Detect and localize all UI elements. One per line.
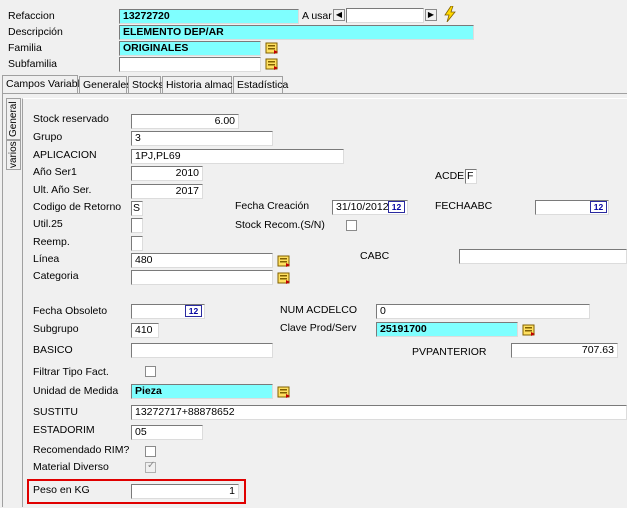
fechaabc-calendar-icon[interactable]: 12 [590,201,607,213]
aplicacion-label: APLICACION [33,149,97,161]
pvpanterior-input[interactable]: 707.63 [511,343,618,358]
reemp-input[interactable] [131,236,143,251]
side-tab-general[interactable]: General [6,98,21,140]
unidad-medida-label: Unidad de Medida [33,385,119,397]
num-acdelco-label: NUM ACDELCO [280,304,358,316]
linea-lookup-icon[interactable] [277,254,291,268]
linea-label: Línea [33,253,60,265]
peso-kg-input[interactable]: 1 [131,484,239,499]
descripcion-input[interactable]: ELEMENTO DEP/AR [119,25,474,40]
material-diverso-checkbox[interactable]: ✓ [145,460,156,473]
clave-prod-serv-input[interactable]: 25191700 [376,322,518,337]
fecha-obsoleto-label: Fecha Obsoleto [33,305,108,317]
descripcion-label: Descripción [8,26,63,38]
side-tab-varios[interactable]: varios [6,140,21,170]
aplicacion-input[interactable]: 1PJ,PL69 [131,149,344,164]
subgrupo-label: Subgrupo [33,323,79,335]
fechaabc-label: FECHAABC [435,200,493,212]
pvpanterior-label: PVPANTERIOR [412,346,487,358]
filtrar-tipo-fact-checkbox[interactable] [145,366,156,377]
stock-recom-label: Stock Recom.(S/N) [235,219,325,231]
num-acdelco-input[interactable]: 0 [376,304,590,319]
recomendado-rim-label: Recomendado RIM? [33,444,130,456]
linea-input[interactable]: 480 [131,253,273,268]
grupo-input[interactable]: 3 [131,131,273,146]
sustitu-input[interactable]: 13272717+88878652 [131,405,627,420]
unidad-medida-lookup-icon[interactable] [277,385,291,399]
acdel-input[interactable]: F [465,169,477,184]
tab-campos-variables[interactable]: Campos Variables [2,75,91,94]
fecha-creacion-label: Fecha Creación [235,200,310,212]
subfamilia-lookup-icon[interactable] [265,57,279,71]
categoria-lookup-icon[interactable] [277,271,291,285]
familia-input[interactable]: ORIGINALES [119,41,261,56]
util25-input[interactable] [131,218,143,233]
grupo-label: Grupo [33,131,63,143]
refaccion-input[interactable]: 13272720 [119,9,299,24]
stock-reservado-label: Stock reservado [33,113,109,125]
cabc-label: CABC [360,250,390,262]
filtrar-tipo-fact-label: Filtrar Tipo Fact. [33,366,109,378]
codigo-retorno-input[interactable]: S [131,201,143,216]
subfamilia-input[interactable] [119,57,261,72]
a-usar-input[interactable] [346,8,424,23]
stock-reservado-input[interactable]: 6.00 [131,114,239,129]
fecha-creacion-calendar-icon[interactable]: 12 [388,201,405,213]
util25-label: Util.25 [33,218,63,230]
refaccion-label: Refaccion [8,10,55,22]
categoria-label: Categoria [33,270,79,282]
estadorim-label: ESTADORIM [33,424,95,436]
unidad-medida-input[interactable]: Pieza [131,384,273,399]
categoria-input[interactable] [131,270,273,285]
clave-prod-serv-lookup-icon[interactable] [522,323,536,337]
sustitu-label: SUSTITU [33,406,78,418]
subfamilia-label: Subfamilia [8,58,58,70]
ult-anio-ser-input[interactable]: 2017 [131,184,203,199]
tab-historia-almacen[interactable]: Historia almacén [162,76,244,93]
fecha-obsoleto-calendar-icon[interactable]: 12 [185,305,202,317]
estadorim-input[interactable]: 05 [131,425,203,440]
familia-lookup-icon[interactable] [265,41,279,55]
anio-ser1-input[interactable]: 2010 [131,166,203,181]
ult-anio-ser-label: Ult. Año Ser. [33,184,92,196]
stock-recom-checkbox[interactable] [346,220,357,231]
basico-input[interactable] [131,343,273,358]
checkmark-icon: ✓ [147,460,156,471]
tab-estadistica[interactable]: Estadística [233,76,288,93]
tab-stocks[interactable]: Stocks [128,76,164,93]
prev-arrow-icon[interactable]: ◀ [333,9,345,21]
tab-generales[interactable]: Generales [79,76,131,93]
clave-prod-serv-label: Clave Prod/Serv [280,322,357,334]
lightning-icon[interactable] [443,5,457,23]
tab-bar: Campos Variables Generales Stocks Histor… [0,75,627,94]
cabc-input[interactable] [459,249,627,264]
familia-label: Familia [8,42,42,54]
material-diverso-label: Material Diverso [33,461,109,473]
codigo-retorno-label: Codigo de Retorno [33,201,122,213]
a-usar-label: A usar [302,10,332,22]
reemp-label: Reemp. [33,236,70,248]
peso-kg-label: Peso en KG [33,484,90,496]
next-arrow-icon[interactable]: ▶ [425,9,437,21]
basico-label: BASICO [33,344,73,356]
subgrupo-input[interactable]: 410 [131,323,159,338]
anio-ser1-label: Año Ser1 [33,166,77,178]
recomendado-rim-checkbox[interactable] [145,446,156,457]
